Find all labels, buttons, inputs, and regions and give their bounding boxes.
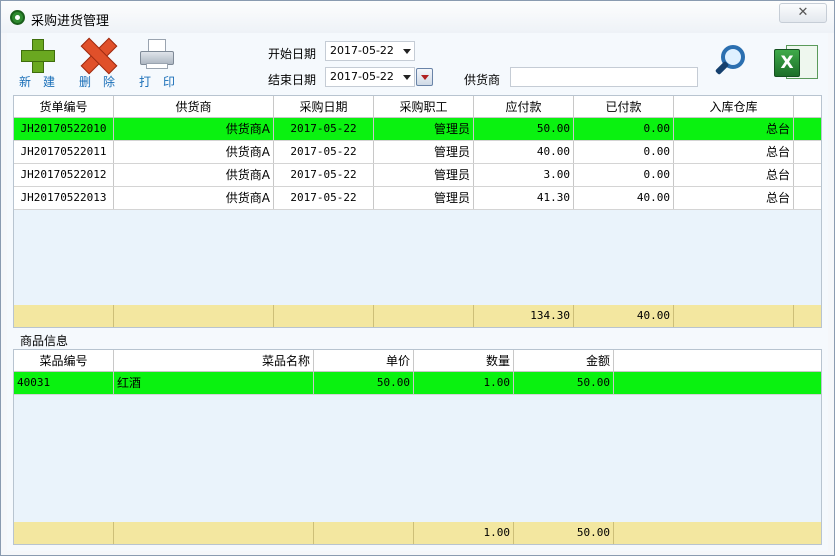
window-title: 采购进货管理	[31, 14, 110, 29]
payable-cell: 40.00	[474, 141, 574, 163]
col-header-warehouse[interactable]: 入库仓库	[674, 96, 794, 117]
printer-icon	[140, 39, 174, 71]
table-row[interactable]: 40031 红酒 50.00 1.00 50.00	[14, 372, 821, 395]
total-paid: 40.00	[574, 305, 674, 327]
search-button[interactable]	[713, 43, 747, 81]
col-header-staff[interactable]: 采购职工	[374, 96, 474, 117]
print-button-label: 打印	[139, 75, 188, 89]
col-header-payable[interactable]: 应付款	[474, 96, 574, 117]
chevron-down-icon	[403, 49, 411, 54]
end-date-picker[interactable]: 2017-05-22	[325, 67, 415, 87]
col-header-paid[interactable]: 已付款	[574, 96, 674, 117]
new-button[interactable]: 新建	[15, 37, 59, 89]
paid-cell: 0.00	[574, 118, 674, 140]
staff-cell: 管理员	[374, 187, 474, 209]
date-cell: 2017-05-22	[274, 118, 374, 140]
total-amount: 50.00	[514, 522, 614, 544]
amount-cell: 50.00	[514, 372, 614, 394]
supplier-cell: 供货商A	[114, 164, 274, 186]
print-button[interactable]: 打印	[135, 37, 179, 89]
col-header-item-name[interactable]: 菜品名称	[114, 350, 314, 371]
warehouse-cell: 总台	[674, 141, 794, 163]
supplier-cell: 供货商A	[114, 118, 274, 140]
warehouse-cell: 总台	[674, 118, 794, 140]
col-header-item-code[interactable]: 菜品编号	[14, 350, 114, 371]
delete-x-icon	[81, 39, 113, 71]
warehouse-cell: 总台	[674, 187, 794, 209]
start-date-value: 2017-05-22	[330, 44, 394, 57]
order-id-cell: JH20170522010	[14, 118, 114, 140]
supplier-label: 供货商	[464, 73, 501, 87]
orders-summary-row: 134.30 40.00	[14, 305, 821, 327]
staff-cell: 管理员	[374, 164, 474, 186]
app-logo-icon	[10, 10, 25, 25]
table-row[interactable]: JH20170522013 供货商A 2017-05-22 管理员 41.30 …	[14, 187, 821, 210]
col-header-quantity[interactable]: 数量	[414, 350, 514, 371]
orders-grid: 货单编号 供货商 采购日期 采购职工 应付款 已付款 入库仓库 JH201705…	[13, 95, 822, 328]
client-area: 新建 删除 打印 开始日期 2017-05-22 结束日期 2017-05-22…	[7, 33, 828, 551]
date-cell: 2017-05-22	[274, 164, 374, 186]
goods-grid: 菜品编号 菜品名称 单价 数量 金额 40031 红酒 50.00 1.00 5…	[13, 349, 822, 545]
total-quantity: 1.00	[414, 522, 514, 544]
new-button-label: 新建	[19, 75, 68, 89]
col-header-supplier[interactable]: 供货商	[114, 96, 274, 117]
staff-cell: 管理员	[374, 118, 474, 140]
table-row[interactable]: JH20170522012 供货商A 2017-05-22 管理员 3.00 0…	[14, 164, 821, 187]
date-cell: 2017-05-22	[274, 141, 374, 163]
item-code-cell: 40031	[14, 372, 114, 394]
table-row[interactable]: JH20170522011 供货商A 2017-05-22 管理员 40.00 …	[14, 141, 821, 164]
order-id-cell: JH20170522012	[14, 164, 114, 186]
supplier-cell: 供货商A	[114, 141, 274, 163]
paid-cell: 0.00	[574, 141, 674, 163]
delete-button[interactable]: 删除	[75, 37, 119, 89]
payable-cell: 3.00	[474, 164, 574, 186]
total-payable: 134.30	[474, 305, 574, 327]
supplier-cell: 供货商A	[114, 187, 274, 209]
supplier-input[interactable]	[510, 67, 698, 87]
col-header-order-id[interactable]: 货单编号	[14, 96, 114, 117]
close-button[interactable]: ✕	[779, 3, 827, 23]
goods-summary-row: 1.00 50.00	[14, 522, 821, 544]
paid-cell: 40.00	[574, 187, 674, 209]
title-bar: 采购进货管理 ✕	[1, 1, 834, 33]
start-date-picker[interactable]: 2017-05-22	[325, 41, 415, 61]
order-id-cell: JH20170522011	[14, 141, 114, 163]
unit-price-cell: 50.00	[314, 372, 414, 394]
export-excel-button[interactable]: X	[774, 43, 818, 81]
col-header-unit-price[interactable]: 单价	[314, 350, 414, 371]
end-date-label: 结束日期	[268, 73, 317, 87]
date-cell: 2017-05-22	[274, 187, 374, 209]
delete-button-label: 删除	[79, 75, 128, 89]
goods-header-row: 菜品编号 菜品名称 单价 数量 金额	[14, 350, 821, 372]
col-header-date[interactable]: 采购日期	[274, 96, 374, 117]
quantity-cell: 1.00	[414, 372, 514, 394]
warehouse-cell: 总台	[674, 164, 794, 186]
col-header-amount[interactable]: 金额	[514, 350, 614, 371]
end-date-dropdown-button[interactable]	[416, 68, 433, 86]
table-row[interactable]: JH20170522010 供货商A 2017-05-22 管理员 50.00 …	[14, 118, 821, 141]
goods-section-title: 商品信息	[20, 334, 69, 348]
purchase-window: 采购进货管理 ✕ 新建 删除 打印 开始日期 2017-05-22 结束日期 2…	[0, 0, 835, 556]
orders-header-row: 货单编号 供货商 采购日期 采购职工 应付款 已付款 入库仓库	[14, 96, 821, 118]
payable-cell: 41.30	[474, 187, 574, 209]
paid-cell: 0.00	[574, 164, 674, 186]
order-id-cell: JH20170522013	[14, 187, 114, 209]
chevron-down-icon	[403, 75, 411, 80]
payable-cell: 50.00	[474, 118, 574, 140]
staff-cell: 管理员	[374, 141, 474, 163]
excel-icon: X	[774, 49, 800, 77]
plus-icon	[21, 39, 55, 73]
item-name-cell: 红酒	[114, 372, 314, 394]
start-date-label: 开始日期	[268, 47, 317, 61]
end-date-value: 2017-05-22	[330, 70, 394, 83]
